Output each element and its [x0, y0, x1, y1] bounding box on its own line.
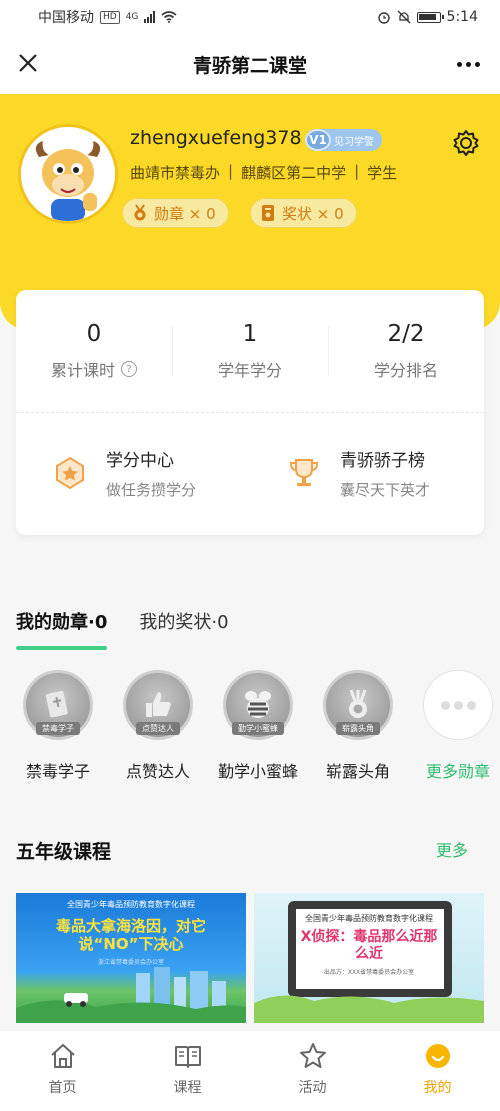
carrier-name: 中国移动 [38, 10, 94, 26]
bottom-nav: 首页 课程 活动 我的 [0, 1030, 500, 1111]
medal-tabs: 我的勋章·0 我的奖状·0 [16, 608, 229, 650]
organization-line: 曲靖市禁毒办 | 麒麟区第二中学 | 学生 [130, 162, 398, 182]
grass-icon [254, 995, 484, 1023]
network-type: 4G [125, 12, 139, 22]
signal-icon [144, 11, 156, 23]
battery-icon [416, 11, 444, 23]
stat-label: 学年学分 [217, 361, 282, 380]
status-bar: 中国移动 HD 4G 5:14 [0, 0, 500, 34]
gear-icon[interactable] [452, 129, 480, 157]
nav-label: 我的 [423, 1080, 452, 1096]
medals-count: 勋章 × 0 [154, 204, 216, 223]
level-title: 见习学警 [334, 136, 374, 148]
nav-courses[interactable]: 课程 [125, 1031, 250, 1111]
city-skyline-icon [16, 967, 246, 1023]
level-code: V1 [305, 129, 331, 151]
feature-title: 青骄骄子榜 [340, 451, 425, 471]
close-button[interactable] [14, 49, 42, 77]
badge-name: 禁毒学子 [25, 762, 90, 781]
badge-ribbon: 点赞达人 [136, 722, 180, 735]
stat-label: 学分排名 [373, 361, 438, 380]
nav-label: 课程 [173, 1080, 202, 1096]
stat-credit-rank[interactable]: 2/2 学分排名 [328, 290, 484, 412]
star-icon [299, 1043, 326, 1068]
alarm-icon [377, 12, 390, 24]
home-icon [50, 1044, 75, 1068]
thumbs-up-icon [146, 692, 171, 717]
nav-profile[interactable]: 我的 [375, 1031, 500, 1111]
username: zhengxuefeng378 [130, 127, 302, 149]
course-title: 毒品大拿海洛因，对它说“NO”下决心 [55, 917, 206, 953]
cow-mascot-icon [21, 127, 115, 221]
awards-pill[interactable]: 奖状 × 0 [250, 198, 357, 228]
clock: 5:14 [446, 9, 478, 25]
nav-label: 活动 [298, 1080, 327, 1096]
nav-label: 首页 [48, 1080, 77, 1096]
org-school: 麒麟区第二中学 [241, 164, 347, 182]
badge-item[interactable]: 勤学小蜜蜂 勤学小蜜蜂 [216, 670, 300, 782]
close-icon [19, 54, 37, 72]
stat-label: 累计课时 [50, 361, 115, 380]
nav-home[interactable]: 首页 [0, 1031, 125, 1111]
ranking-board-entry[interactable]: 青骄骄子榜 囊尽天下英才 [286, 438, 430, 508]
badge-name: 崭露头角 [325, 762, 390, 781]
credit-center-entry[interactable]: 学分中心 做任务攒学分 [52, 438, 196, 508]
book-icon [45, 690, 68, 718]
badge-ribbon: 崭露头角 [336, 722, 380, 735]
feature-subtitle: 做任务攒学分 [106, 481, 197, 499]
help-icon[interactable]: ? [121, 361, 137, 377]
level-badge: V1 见习学警 [305, 129, 382, 151]
star-badge-icon [56, 456, 84, 490]
book-icon [174, 1046, 201, 1068]
stat-total-hours[interactable]: 0 累计课时? [16, 290, 172, 412]
more-courses-link[interactable]: 更多 [436, 837, 468, 861]
medal-icon [349, 689, 367, 718]
medal-icon [134, 204, 146, 221]
feature-subtitle: 囊尽天下英才 [340, 481, 431, 499]
nav-activities[interactable]: 活动 [250, 1031, 375, 1111]
course-card[interactable]: 全国青少年毒品预防教育数字化课程 毒品大拿海洛因，对它说“NO”下决心 浙江省禁… [16, 893, 246, 1023]
stat-value: 0 [86, 321, 102, 347]
feature-title: 学分中心 [106, 451, 174, 471]
course-header: 全国青少年毒品预防教育数字化课程 [67, 900, 195, 909]
profile-icon [425, 1044, 450, 1068]
mute-bell-icon [397, 10, 411, 24]
org-city: 曲靖市禁毒办 [130, 164, 221, 182]
stats-card: 0 累计课时? 1 学年学分 2/2 学分排名 学分中心 做任务攒学分 青骄骄子… [16, 290, 484, 535]
course-sub: 出品方：XXX省禁毒委员会办公室 [323, 969, 415, 976]
course-title: X侦探：毒品那么近那么近 [300, 929, 438, 962]
tab-my-awards[interactable]: 我的奖状·0 [139, 608, 228, 644]
course-card[interactable]: 全国青少年毒品预防教育数字化课程 X侦探：毒品那么近那么近 出品方：XXX省禁毒… [254, 893, 484, 1023]
badge-ribbon: 勤学小蜜蜂 [232, 722, 284, 735]
org-role: 学生 [367, 164, 398, 182]
avatar[interactable] [18, 124, 118, 224]
more-icon [423, 670, 493, 740]
badge-name: 点赞达人 [125, 762, 190, 781]
badge-name: 更多勋章 [425, 762, 490, 781]
section-title: 五年级课程 [16, 841, 112, 863]
medals-pill[interactable]: 勋章 × 0 [122, 198, 229, 228]
trophy-icon [289, 459, 319, 486]
stat-value: 2/2 [387, 321, 425, 347]
more-menu-button[interactable] [457, 52, 480, 76]
wifi-icon [161, 11, 177, 23]
certificate-icon [262, 205, 274, 221]
badge-name: 勤学小蜜蜂 [217, 762, 298, 781]
bee-icon [245, 691, 271, 718]
title-bar: 青骄第二课堂 [0, 34, 500, 94]
stat-year-credits[interactable]: 1 学年学分 [172, 290, 328, 412]
badge-ribbon: 禁毒学子 [36, 722, 80, 735]
more-badges-button[interactable]: 更多勋章 [416, 670, 500, 782]
tab-my-medals[interactable]: 我的勋章·0 [16, 608, 108, 650]
hd-badge: HD [100, 10, 120, 24]
divider [16, 412, 484, 413]
course-header: 全国青少年毒品预防教育数字化课程 [305, 914, 433, 923]
badge-list: 禁毒学子 禁毒学子 点赞达人 点赞达人 勤学小蜜蜂 勤学小蜜蜂 崭露头角 崭露头… [0, 670, 500, 782]
badge-item[interactable]: 崭露头角 崭露头角 [316, 670, 400, 782]
badge-item[interactable]: 禁毒学子 禁毒学子 [16, 670, 100, 782]
stat-value: 1 [242, 321, 258, 347]
page-title: 青骄第二课堂 [192, 54, 307, 77]
awards-count: 奖状 × 0 [282, 204, 344, 223]
badge-item[interactable]: 点赞达人 点赞达人 [116, 670, 200, 782]
